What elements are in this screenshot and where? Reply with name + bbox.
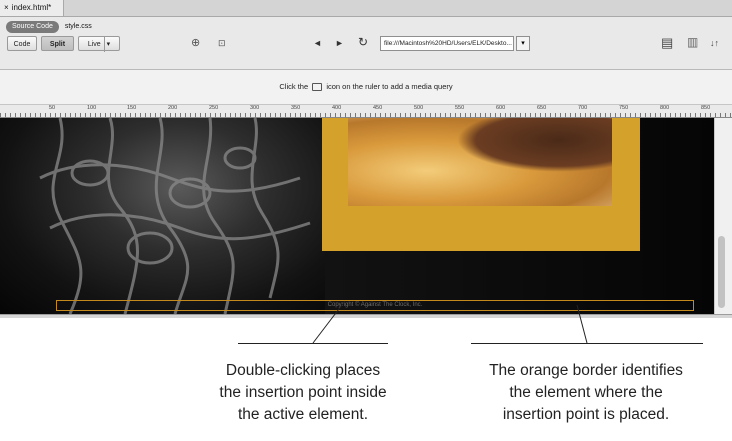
code-view-button[interactable]: Code xyxy=(7,36,37,51)
split-view-button[interactable]: Split xyxy=(41,36,74,51)
sort-icon[interactable]: ↓↑ xyxy=(710,36,719,51)
forward-arrow-icon[interactable]: ► xyxy=(335,36,344,51)
ruler-label: 750 xyxy=(619,105,629,111)
scrollbar-thumb[interactable] xyxy=(718,236,725,308)
live-dropdown-icon[interactable]: ▾ xyxy=(103,37,110,52)
left-callout-line: the insertion point inside xyxy=(219,384,387,401)
back-arrow-icon[interactable]: ◄ xyxy=(313,36,322,51)
live-label: Live xyxy=(87,41,101,48)
document-tab-bar: × index.html* xyxy=(0,0,732,17)
source-code-button[interactable]: Source Code xyxy=(6,21,59,33)
left-callout: Double-clicking places the insertion poi… xyxy=(185,360,421,426)
ruler-label: 100 xyxy=(87,105,97,111)
ruler-label: 800 xyxy=(660,105,670,111)
ruler-label: 250 xyxy=(209,105,219,111)
ruler-label: 400 xyxy=(332,105,342,111)
ruler-label: 350 xyxy=(291,105,301,111)
right-callout-line: insertion point is placed. xyxy=(502,406,670,423)
layout-icon[interactable]: ▥ xyxy=(687,35,698,50)
related-files-bar: Source Code style.css xyxy=(6,21,92,33)
chair-pattern-icon xyxy=(39,118,311,314)
inspect-icon[interactable]: ⊕ xyxy=(191,36,200,51)
design-view-bottom-edge xyxy=(0,314,732,318)
ruler-label: 500 xyxy=(414,105,424,111)
burger-and-chips-photo[interactable] xyxy=(348,118,612,206)
left-callout-rule xyxy=(238,343,388,344)
left-callout-line: Double-clicking places xyxy=(225,362,381,379)
close-tab-icon[interactable]: × xyxy=(4,3,9,12)
address-field[interactable]: file:///Macintosh%20HD/Users/ELK/Deskto.… xyxy=(380,36,514,51)
ruler-label: 300 xyxy=(250,105,260,111)
ruler-label: 150 xyxy=(127,105,137,111)
media-query-suffix: icon on the ruler to add a media query xyxy=(326,82,453,91)
live-view-button[interactable]: Live ▾ xyxy=(78,36,120,52)
right-callout-line: the element where the xyxy=(509,384,663,401)
right-callout-rule xyxy=(471,343,703,344)
ruler-label: 50 xyxy=(49,105,56,111)
address-dropdown-icon[interactable]: ▾ xyxy=(516,36,530,51)
ruler-label: 600 xyxy=(496,105,506,111)
style-css-link[interactable]: style.css xyxy=(65,23,92,30)
cafe-chairs-background-image xyxy=(0,118,325,314)
ruler-label: 650 xyxy=(537,105,547,111)
document-toolbar: Source Code style.css Code Split Live ▾ ⊕ … xyxy=(0,17,732,70)
right-callout-line: The orange border identifies xyxy=(489,362,683,379)
page-footer-selected[interactable]: Copyright © Against The Clock, Inc. xyxy=(56,300,694,311)
viewport-icon[interactable]: ⊡ xyxy=(218,36,226,51)
ruler-label: 550 xyxy=(455,105,465,111)
ruler-label: 850 xyxy=(701,105,711,111)
panel-icon[interactable]: ▤ xyxy=(661,35,673,50)
ruler-label: 700 xyxy=(578,105,588,111)
media-query-icon xyxy=(312,83,323,92)
document-tab-title: index.html* xyxy=(11,3,52,12)
ruler-label: 200 xyxy=(168,105,178,111)
document-tab-index-html[interactable]: × index.html* xyxy=(0,0,64,16)
left-callout-line: the active element. xyxy=(237,406,369,423)
media-query-bar: Click the icon on the ruler to add a med… xyxy=(0,70,732,105)
ruler[interactable]: 50 100 150 200 250 300 350 400 450 500 5… xyxy=(0,105,732,118)
design-view[interactable]: Copyright © Against The Clock, Inc. xyxy=(0,118,714,314)
ruler-label: 450 xyxy=(373,105,383,111)
right-callout: The orange border identifies the element… xyxy=(448,360,724,426)
media-query-prefix: Click the xyxy=(279,82,309,91)
refresh-icon[interactable]: ↻ xyxy=(358,35,368,50)
